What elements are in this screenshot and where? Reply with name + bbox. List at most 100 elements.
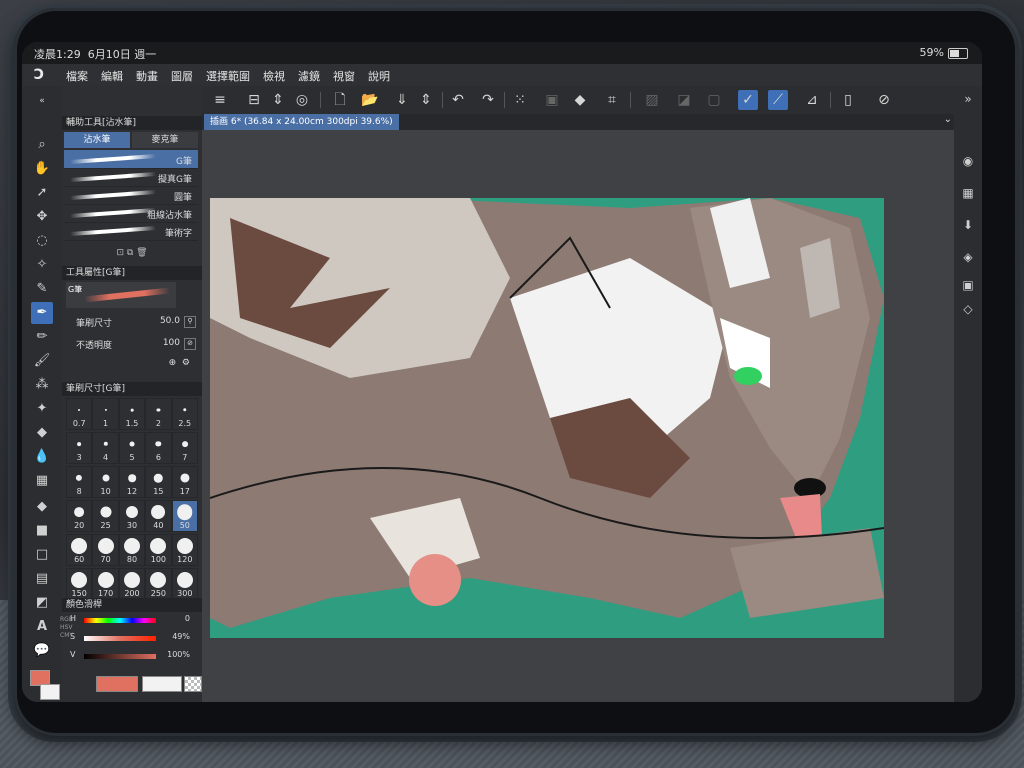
clear-layer-icon[interactable]: ▣ (542, 90, 562, 110)
fill-tool-icon[interactable]: ▦ (31, 470, 53, 492)
pressure-icon[interactable]: ⟋ (768, 90, 788, 110)
line-icon[interactable]: ⊿ (802, 90, 822, 110)
deselect-icon[interactable]: ▨ (642, 90, 662, 110)
brush-size-option[interactable]: 6 (145, 432, 172, 464)
brush-size-option[interactable]: 10 (92, 466, 119, 498)
brush-size-option[interactable]: 25 (92, 500, 119, 532)
zoom-tool-icon[interactable]: ⌕ (31, 134, 53, 156)
layer-property-icon[interactable]: ◈ (959, 248, 977, 266)
brush-size-option[interactable]: 30 (118, 500, 146, 532)
brush-tool-icon[interactable]: 🖌 (31, 350, 53, 372)
brush-item[interactable]: 粗線沾水筆 (64, 204, 198, 223)
decoration-tool-icon[interactable]: ✦ (31, 398, 53, 420)
brush-size-option[interactable]: 1.5 (118, 398, 146, 430)
menu-item[interactable]: 選擇範圍 (206, 68, 250, 84)
brush-item[interactable]: 筆術字 (64, 222, 198, 241)
ruler-tool-icon[interactable]: ▤ (31, 568, 53, 590)
blend-tool-icon[interactable]: 💧 (31, 446, 53, 468)
navigator-icon[interactable]: ◉ (959, 152, 977, 170)
hand-tool-icon[interactable]: ✋ (31, 158, 53, 180)
brush-size-option[interactable]: 170 (92, 568, 119, 600)
value-row[interactable]: V 100% (66, 650, 198, 664)
menu-item[interactable]: 濾鏡 (298, 68, 320, 84)
material-icon[interactable]: ▦ (959, 184, 977, 202)
size-row[interactable]: 筆刷尺寸 50.0 ⚲ (66, 316, 198, 330)
color-mode-tab[interactable]: CMY (60, 632, 73, 640)
color-mode-tab[interactable]: RGB (60, 616, 73, 624)
main-color-chip[interactable] (96, 676, 138, 692)
swirl-icon[interactable]: ◎ (292, 90, 312, 110)
save-icon[interactable]: ⇓ (392, 90, 412, 110)
collapse-right-icon[interactable]: » (959, 90, 977, 108)
brush-size-option[interactable]: 150 (66, 568, 93, 600)
brush-item[interactable]: 擬真G筆 (64, 168, 198, 187)
brush-size-option[interactable]: 17 (171, 466, 198, 498)
transparent-chip[interactable] (184, 676, 202, 692)
color-mode-tab[interactable]: HSV (60, 624, 72, 632)
value-bar[interactable] (84, 654, 156, 659)
menu-icon[interactable]: ≡ (210, 90, 230, 110)
collapse-icon[interactable]: « (31, 90, 53, 112)
eyedropper-icon[interactable]: ✎ (31, 278, 53, 300)
stabilizer-icon[interactable]: ✓ (738, 90, 758, 110)
brush-size-option[interactable]: 1 (92, 398, 119, 430)
speech-balloon-icon[interactable]: 💬 (31, 640, 53, 662)
transform-icon[interactable]: ⌗ (602, 90, 622, 110)
brush-size-option[interactable]: 2 (145, 398, 172, 430)
menu-item[interactable]: 動畫 (136, 68, 158, 84)
quick-access-icon[interactable]: ⊟ (244, 90, 264, 110)
brush-size-option[interactable]: 20 (66, 500, 93, 532)
canvas-area[interactable] (202, 130, 954, 702)
brush-size-option[interactable]: 15 (145, 466, 172, 498)
save-options-icon[interactable]: ⇕ (416, 90, 436, 110)
saturation-bar[interactable] (84, 636, 156, 641)
brush-size-option[interactable]: 2.5 (171, 398, 198, 430)
frame-tool-icon[interactable]: □ (31, 544, 53, 566)
brush-size-option[interactable]: 120 (171, 534, 198, 566)
menu-item[interactable]: 圖層 (171, 68, 193, 84)
expand-icon[interactable]: ⇕ (268, 90, 288, 110)
clip-studio-logo-icon[interactable]: Ͻ (34, 67, 50, 83)
hue-row[interactable]: H 0 (66, 614, 198, 628)
brush-size-option[interactable]: 40 (145, 500, 172, 532)
sub-color-swatch[interactable] (40, 684, 60, 700)
fill-icon[interactable]: ◆ (570, 90, 590, 110)
eraser-tool-icon[interactable]: ◆ (31, 422, 53, 444)
chevron-down-icon[interactable]: ⌄ (944, 114, 952, 125)
operation-tool-icon[interactable]: ➚ (31, 182, 53, 204)
brush-size-option[interactable]: 80 (118, 534, 146, 566)
brush-item[interactable]: 圓筆 (64, 186, 198, 205)
brush-size-option[interactable]: 5 (118, 432, 146, 464)
magic-wand-icon[interactable]: ✧ (31, 254, 53, 276)
menu-item[interactable]: 檔案 (66, 68, 88, 84)
brush-size-option[interactable]: 0.7 (66, 398, 93, 430)
figure-tool-icon[interactable]: ■ (31, 520, 53, 542)
pencil-tool-icon[interactable]: ✏ (31, 326, 53, 348)
brush-size-option[interactable]: 4 (92, 432, 119, 464)
lasso-tool-icon[interactable]: ◌ (31, 230, 53, 252)
hue-bar[interactable] (84, 618, 156, 623)
opacity-row[interactable]: 不透明度 100 ⊘ (66, 338, 198, 352)
brush-size-option[interactable]: 300 (171, 568, 198, 600)
new-file-icon[interactable]: 🗋 (330, 90, 350, 110)
image-icon[interactable]: ▣ (959, 276, 977, 294)
airbrush-tool-icon[interactable]: ⁂ (31, 374, 53, 396)
artwork-canvas[interactable] (210, 198, 884, 638)
layers-icon[interactable]: ◇ (959, 300, 977, 318)
brush-item[interactable]: G筆 (64, 150, 198, 169)
brush-size-option[interactable]: 12 (118, 466, 146, 498)
loading-icon[interactable]: ⁙ (510, 90, 530, 110)
redo-icon[interactable]: ↷ (478, 90, 498, 110)
menu-item[interactable]: 說明 (368, 68, 390, 84)
sub-color-chip[interactable] (142, 676, 182, 692)
saturation-row[interactable]: S 49% (66, 632, 198, 646)
opacity-dynamics-icon[interactable]: ⊘ (184, 338, 196, 350)
brush-size-option[interactable]: 3 (66, 432, 93, 464)
menu-item[interactable]: 編輯 (101, 68, 123, 84)
move-tool-icon[interactable]: ✥ (31, 206, 53, 228)
brush-size-option[interactable]: 50 (171, 500, 198, 532)
tab-pen[interactable]: 沾水筆 (64, 132, 130, 148)
size-dynamics-icon[interactable]: ⚲ (184, 316, 196, 328)
brush-size-option[interactable]: 100 (145, 534, 172, 566)
brush-size-option[interactable]: 200 (118, 568, 146, 600)
